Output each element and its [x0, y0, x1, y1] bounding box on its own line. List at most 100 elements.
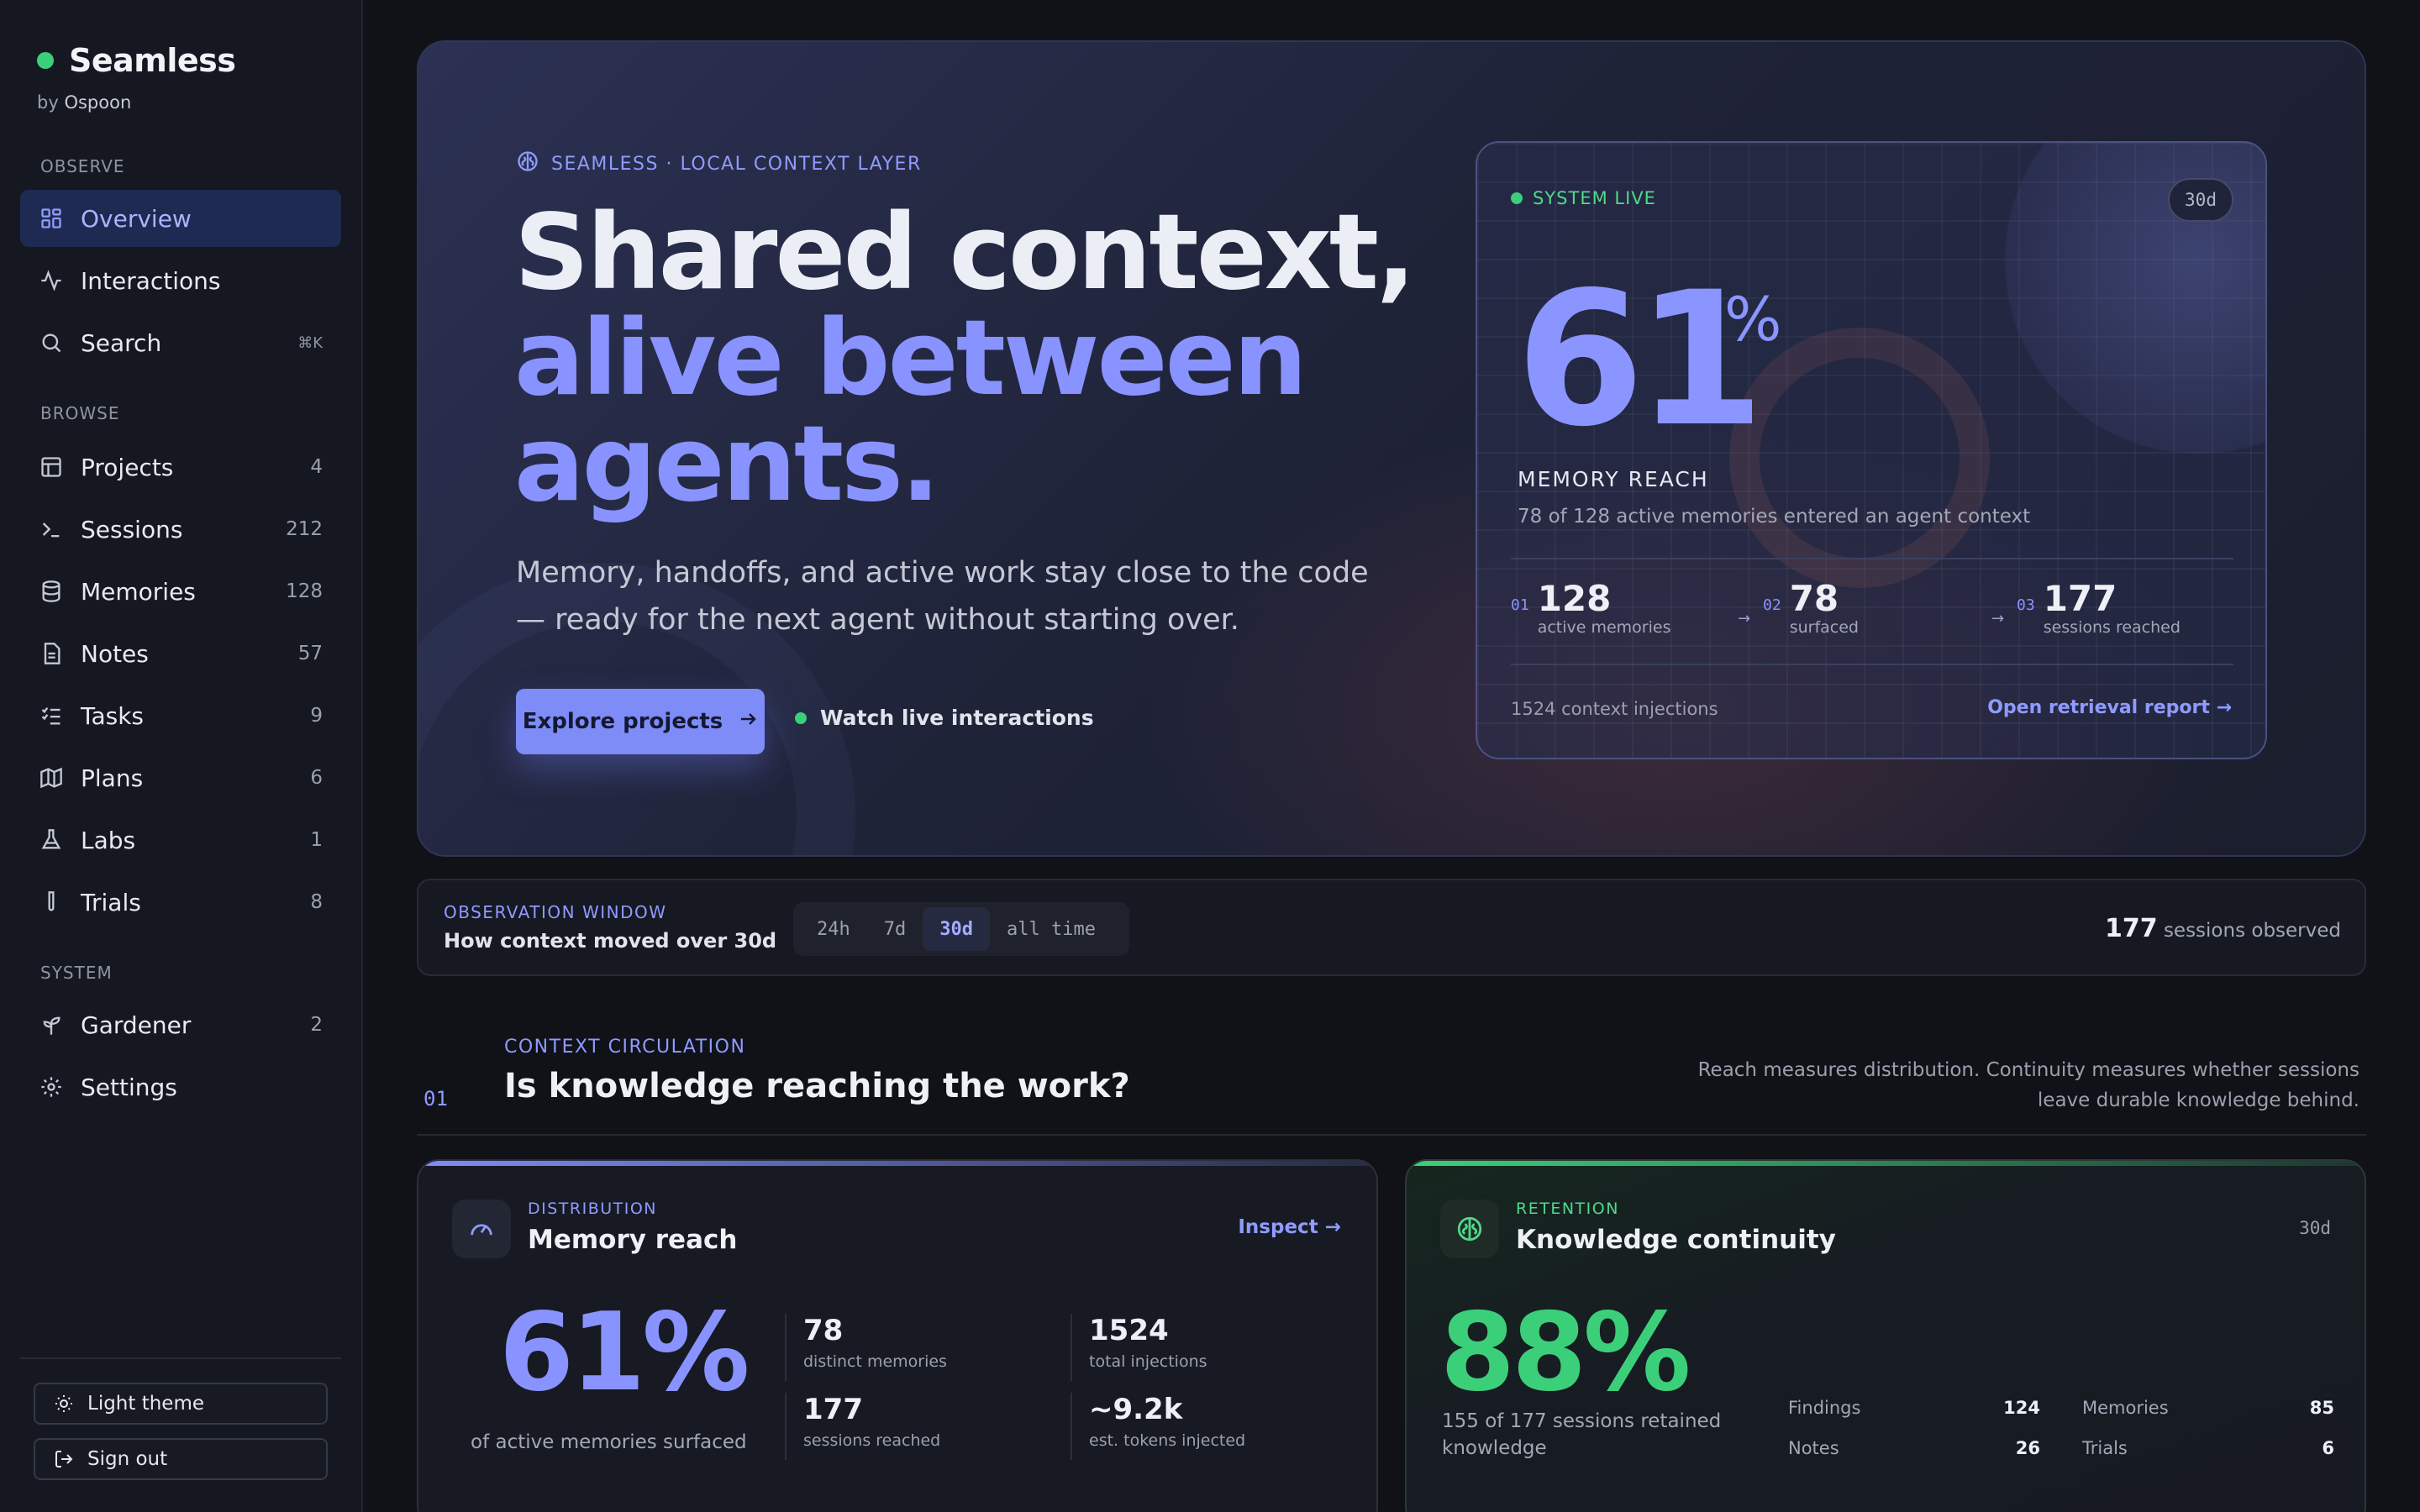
flask-icon — [39, 827, 64, 853]
brand-owner: Ospoon — [64, 92, 132, 113]
explore-projects-label: Explore projects — [522, 709, 723, 734]
live-status: SYSTEM LIVE — [1511, 188, 1656, 208]
stat-sessions-reached: 03 177 sessions reached — [2017, 578, 2181, 638]
range-option-30d[interactable]: 30d — [923, 907, 990, 951]
count-badge: 212 — [286, 518, 323, 540]
sidebar-item-gardener[interactable]: Gardener 2 — [20, 996, 341, 1053]
sidebar-item-labs[interactable]: Labs 1 — [20, 811, 341, 869]
sidebar-item-plans[interactable]: Plans 6 — [20, 749, 341, 806]
observation-text: How context moved over 30d — [444, 929, 777, 953]
sidebar-item-label: Interactions — [81, 266, 221, 295]
section-divider — [417, 1134, 2366, 1136]
sidebar-item-label: Labs — [81, 826, 136, 854]
count-badge: 4 — [310, 456, 323, 478]
sidebar-item-memories[interactable]: Memories 128 — [20, 563, 341, 620]
sessions-observed-value: 177 — [2105, 914, 2158, 943]
nav-section-system: SYSTEM — [40, 963, 113, 983]
card-kicker: RETENTION — [1516, 1200, 1619, 1218]
range-option-7d[interactable]: 7d — [867, 907, 923, 951]
sessions-observed-label: sessions observed — [2163, 920, 2341, 942]
count-badge: 6 — [310, 767, 323, 789]
stat-label: active memories — [1537, 618, 1671, 637]
sidebar-item-settings[interactable]: Settings — [20, 1058, 341, 1116]
stat-label: total injections — [1089, 1352, 1207, 1371]
sidebar-item-tasks[interactable]: Tasks 9 — [20, 687, 341, 744]
brand[interactable]: Seamless — [37, 42, 236, 79]
sidebar-item-overview[interactable]: Overview — [20, 190, 341, 247]
count-badge: 8 — [310, 891, 323, 913]
sidebar-item-label: Memories — [81, 577, 196, 606]
watch-live-label: Watch live interactions — [820, 706, 1094, 730]
terminal-icon — [39, 517, 64, 542]
explore-projects-button[interactable]: Explore projects — [516, 689, 765, 754]
stat-value: 78 — [1789, 578, 1839, 619]
sidebar-item-search[interactable]: Search ⌘K — [20, 314, 341, 371]
flow-arrow-icon: → — [1738, 610, 1751, 627]
stat-total-injections: 1524 total injections — [1071, 1314, 1207, 1381]
sidebar-item-label: Search — [81, 328, 162, 357]
stat-distinct-memories: 78 distinct memories — [785, 1314, 947, 1381]
stat-label: sessions reached — [803, 1431, 941, 1450]
count-badge: 9 — [310, 705, 323, 727]
stat-label: surfaced — [1789, 618, 1859, 637]
shortcut-hint: ⌘K — [297, 333, 323, 352]
card-title: Memory reach — [528, 1225, 738, 1255]
arrow-right-icon: → — [1324, 1216, 1341, 1238]
stat-sessions-reached: 177 sessions reached — [785, 1393, 940, 1460]
stat-label: est. tokens injected — [1089, 1431, 1246, 1450]
sidebar-item-label: Projects — [81, 453, 174, 481]
row-value: 26 — [2015, 1438, 2040, 1458]
checklist-icon — [39, 703, 64, 728]
light-theme-button[interactable]: Light theme — [34, 1383, 328, 1425]
sidebar-item-interactions[interactable]: Interactions — [20, 252, 341, 309]
stat-index: 01 — [1511, 596, 1529, 614]
percent-sign: % — [1724, 284, 1782, 354]
inspect-link[interactable]: Inspect → — [1238, 1216, 1341, 1238]
grid-icon — [39, 206, 64, 231]
divider — [1511, 558, 2233, 559]
range-badge[interactable]: 30d — [2168, 178, 2233, 222]
section-description: Reach measures distribution. Continuity … — [1697, 1059, 2360, 1111]
count-badge: 57 — [297, 643, 323, 664]
open-retrieval-report-link[interactable]: Open retrieval report → — [1987, 697, 2232, 718]
continuity-caption: 155 of 177 sessions retained knowledge — [1442, 1410, 1722, 1459]
sidebar-item-notes[interactable]: Notes 57 — [20, 625, 341, 682]
card-kicker: DISTRIBUTION — [528, 1200, 658, 1218]
sidebar-item-trials[interactable]: Trials 8 — [20, 874, 341, 931]
card-title: Knowledge continuity — [1516, 1225, 1836, 1255]
range-option-24h[interactable]: 24h — [800, 907, 867, 951]
observation-kicker: OBSERVATION WINDOW — [444, 902, 667, 922]
log-out-icon — [54, 1448, 76, 1470]
map-icon — [39, 765, 64, 790]
decorative-ring — [1729, 328, 1990, 588]
stat-value: 1524 — [1089, 1314, 1169, 1347]
status-dot — [37, 52, 54, 69]
brand-name: Seamless — [69, 42, 236, 79]
brand-byline: by Ospoon — [37, 92, 132, 113]
watch-live-link[interactable]: Watch live interactions — [795, 706, 1094, 730]
database-icon — [39, 579, 64, 604]
sidebar-item-projects[interactable]: Projects 4 — [20, 438, 341, 496]
sidebar-item-label: Tasks — [81, 701, 145, 730]
hero-subtitle: Memory, handoffs, and active work stay c… — [516, 556, 1369, 637]
hero-title-line2: alive between — [514, 298, 1307, 419]
gauge-icon — [452, 1200, 511, 1258]
hero-tag: SEAMLESS · LOCAL CONTEXT LAYER — [516, 150, 922, 178]
row-label: Notes — [1788, 1438, 1839, 1458]
sign-out-label: Sign out — [87, 1448, 168, 1470]
row-value: 124 — [2003, 1398, 2040, 1418]
section-title: Is knowledge reaching the work? — [504, 1067, 1130, 1105]
row-label: Findings — [1788, 1398, 1861, 1418]
section-number: 01 — [424, 1087, 448, 1110]
sidebar-item-label: Sessions — [81, 515, 183, 543]
row-label: Memories — [2082, 1398, 2169, 1418]
sessions-observed: 177 sessions observed — [2105, 914, 2341, 943]
range-option-all-time[interactable]: all time — [990, 907, 1113, 951]
card-accent-line — [1407, 1161, 2365, 1166]
sign-out-button[interactable]: Sign out — [34, 1438, 328, 1480]
sidebar-divider — [20, 1357, 341, 1359]
sidebar-item-sessions[interactable]: Sessions 212 — [20, 501, 341, 558]
sidebar-item-label: Notes — [81, 639, 149, 668]
stat-value: 177 — [2043, 578, 2118, 619]
knowledge-continuity-card: RETENTION Knowledge continuity 30d 88% 1… — [1405, 1159, 2366, 1512]
